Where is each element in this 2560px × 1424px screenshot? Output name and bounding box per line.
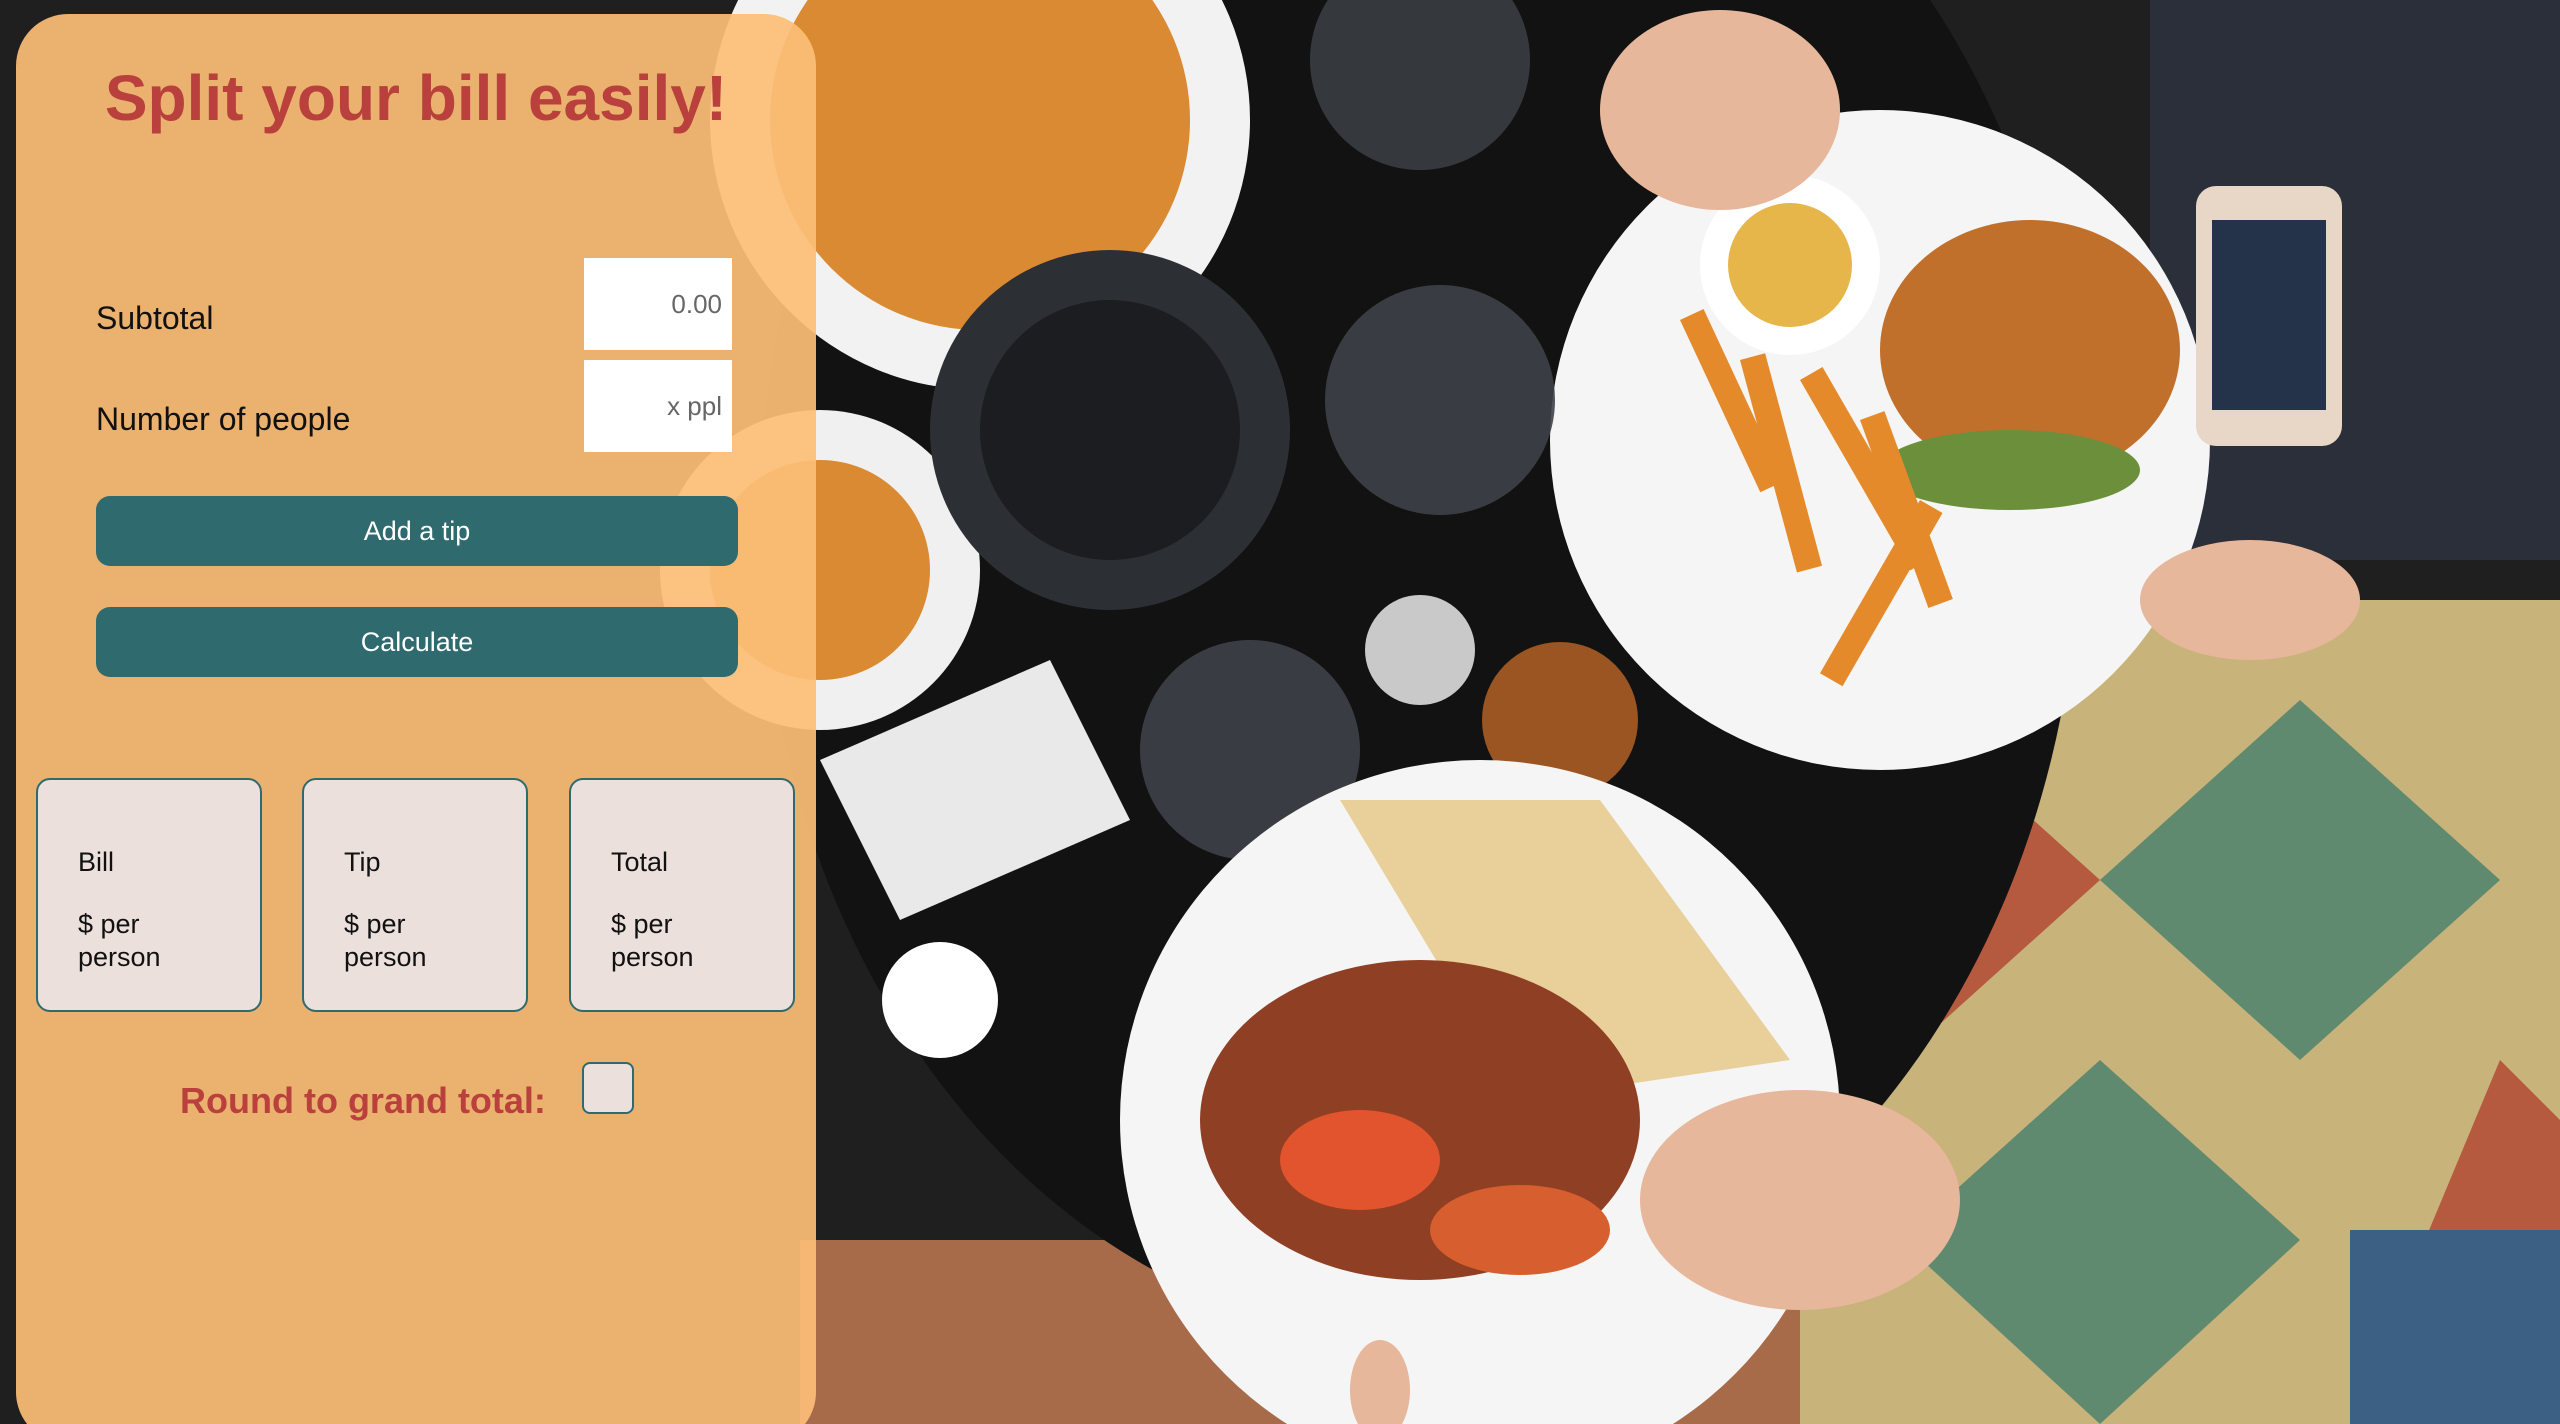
add-tip-button[interactable]: Add a tip [96, 496, 738, 566]
total-result-card: Total $ per person [569, 778, 795, 1012]
tip-result-card: Tip $ per person [302, 778, 528, 1012]
tip-card-title: Tip [344, 847, 381, 877]
people-input[interactable] [584, 360, 732, 452]
round-total-checkbox[interactable] [582, 1062, 634, 1114]
page-title: Split your bill easily! [104, 62, 728, 134]
total-card-title: Total [611, 847, 669, 877]
round-total-label: Round to grand total: [180, 1080, 546, 1121]
bill-card-title: Bill [78, 847, 115, 877]
people-label: Number of people [96, 401, 351, 437]
tip-card-value: $ per person [344, 909, 427, 972]
bill-result-card: Bill $ per person [36, 778, 262, 1012]
subtotal-input[interactable] [584, 258, 732, 350]
bill-card-value: $ per person [78, 909, 161, 972]
bill-splitter-panel: Split your bill easily! Subtotal Number … [16, 14, 816, 1424]
calculate-button[interactable]: Calculate [96, 607, 738, 677]
subtotal-label: Subtotal [96, 300, 214, 336]
total-card-value: $ per person [611, 909, 694, 972]
